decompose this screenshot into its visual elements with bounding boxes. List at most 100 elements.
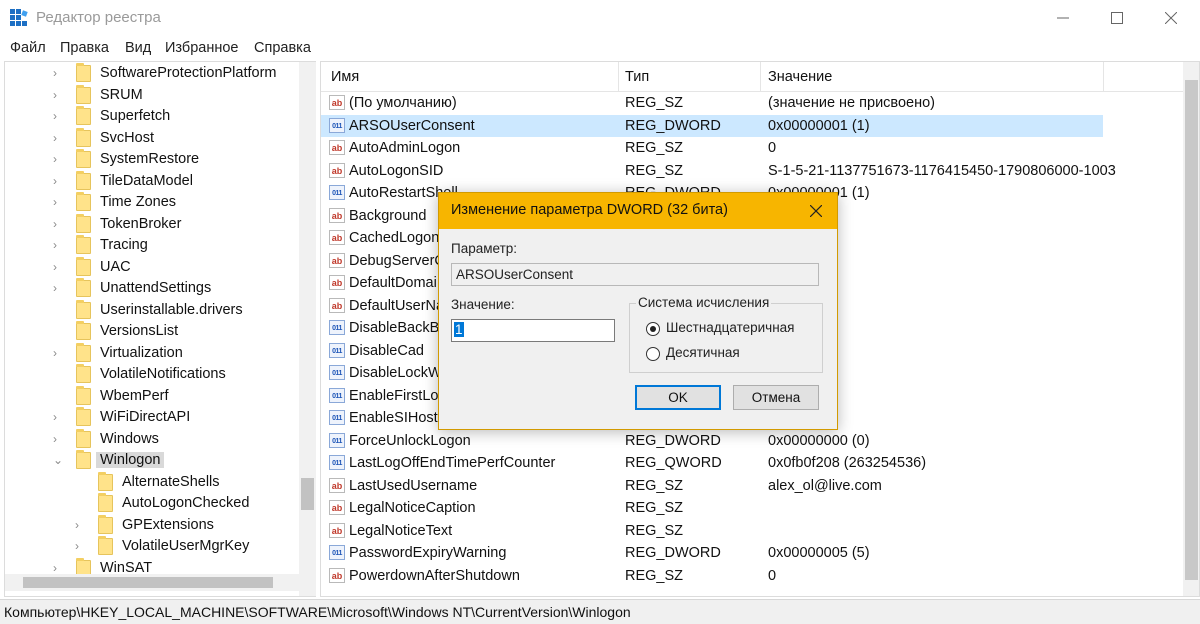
- value-row[interactable]: 011 ARSOUserConsent REG_DWORD 0x00000001 (1…: [321, 114, 1103, 137]
- menu-bar: Файл Правка Вид Избранное Справка: [0, 37, 1200, 59]
- chevron-right-icon[interactable]: ›: [75, 539, 85, 553]
- tree-item[interactable]: Userinstallable.drivers: [5, 299, 295, 322]
- chevron-right-icon[interactable]: ›: [53, 217, 63, 231]
- maximize-button[interactable]: [1094, 0, 1140, 36]
- value-name: AutoAdminLogon: [349, 140, 461, 156]
- folder-icon: [76, 321, 91, 340]
- tree-item[interactable]: › Windows: [5, 428, 295, 451]
- string-value-icon: ab: [329, 297, 345, 313]
- param-label: Параметр:: [451, 241, 518, 256]
- tree-item[interactable]: VersionsList: [5, 321, 295, 343]
- tree-item[interactable]: › SRUM: [5, 84, 295, 107]
- binary-value-icon: 011: [329, 432, 345, 448]
- value-row[interactable]: 011 ForceUnlockLogon REG_DWORD 0x00000000 (…: [321, 430, 1183, 453]
- tree-item[interactable]: › VolatileUserMgrKey: [5, 536, 295, 558]
- tree-item[interactable]: › SoftwareProtectionPlatform: [5, 63, 295, 85]
- binary-value-icon: 011: [329, 185, 345, 200]
- tree-item[interactable]: › Virtualization: [5, 342, 295, 365]
- value-data: 0x00000001 (1): [768, 117, 870, 134]
- column-divider[interactable]: [618, 62, 619, 92]
- tree-item[interactable]: › Time Zones: [5, 192, 295, 214]
- tree-item[interactable]: WbemPerf: [5, 385, 295, 408]
- value-row[interactable]: 011 PasswordExpiryWarning REG_DWORD 0x00000…: [321, 542, 1183, 565]
- string-value-icon: ab: [329, 252, 345, 268]
- tree-item[interactable]: › SystemRestore: [5, 149, 295, 171]
- decimal-radio-label[interactable]: Десятичная: [666, 345, 740, 360]
- chevron-right-icon[interactable]: ›: [53, 281, 63, 295]
- value-row[interactable]: ab (По умолчанию) REG_SZ (значение не присв…: [321, 92, 1183, 115]
- tree-item[interactable]: › TileDataModel: [5, 170, 295, 193]
- string-value-icon: ab: [329, 522, 345, 538]
- tree-vertical-scroll-thumb[interactable]: [301, 478, 314, 510]
- tree-horizontal-scroll-thumb[interactable]: [23, 577, 273, 588]
- value-type: REG_QWORD: [625, 455, 722, 471]
- chevron-right-icon[interactable]: ›: [53, 131, 63, 145]
- tree-item[interactable]: › SvcHost: [5, 127, 295, 150]
- tree-item[interactable]: › UAC: [5, 256, 295, 279]
- chevron-right-icon[interactable]: ›: [53, 109, 63, 123]
- value-data-input[interactable]: 1: [451, 319, 615, 342]
- value-data: 0: [768, 140, 777, 156]
- close-button[interactable]: [1148, 0, 1194, 36]
- decimal-radio[interactable]: [646, 347, 660, 361]
- menu-edit[interactable]: Правка: [60, 40, 109, 56]
- chevron-right-icon[interactable]: ›: [53, 238, 63, 252]
- folder-icon: [76, 364, 91, 383]
- menu-view[interactable]: Вид: [125, 40, 151, 56]
- chevron-right-icon[interactable]: ›: [53, 66, 63, 80]
- menu-favorites[interactable]: Избранное: [165, 40, 238, 56]
- list-header: Имя Тип Значение: [321, 62, 1183, 92]
- ok-button[interactable]: OK: [635, 385, 721, 410]
- tree-item[interactable]: VolatileNotifications: [5, 364, 295, 386]
- tree-item[interactable]: ⌄ Winlogon: [5, 450, 295, 472]
- chevron-right-icon[interactable]: ›: [53, 174, 63, 188]
- chevron-right-icon[interactable]: ›: [75, 518, 85, 532]
- tree-item[interactable]: › WiFiDirectAPI: [5, 407, 295, 429]
- tree-item[interactable]: › Superfetch: [5, 106, 295, 128]
- tree-item-label: SRUM: [100, 86, 143, 103]
- chevron-right-icon[interactable]: ›: [53, 195, 63, 209]
- base-group-label: Система исчисления: [636, 295, 772, 310]
- column-name-header[interactable]: Имя: [331, 69, 359, 85]
- tree-horizontal-scrollbar[interactable]: [5, 574, 299, 591]
- chevron-right-icon[interactable]: ›: [53, 152, 63, 166]
- tree-item[interactable]: › GPExtensions: [5, 514, 295, 537]
- menu-help[interactable]: Справка: [254, 40, 311, 56]
- value-type: REG_SZ: [625, 95, 684, 111]
- tree-vertical-scrollbar[interactable]: [299, 62, 316, 596]
- value-row[interactable]: ab LastUsedUsername REG_SZ alex_ol@live.com: [321, 475, 1183, 498]
- registry-tree[interactable]: › SoftwareProtectionPlatform › SRUM › Superfe…: [4, 61, 316, 597]
- column-type-header[interactable]: Тип: [625, 69, 649, 85]
- tree-item[interactable]: › UnattendSettings: [5, 278, 295, 300]
- value-row[interactable]: ab AutoAdminLogon REG_SZ 0: [321, 137, 1183, 160]
- list-vertical-scrollbar[interactable]: [1183, 62, 1199, 596]
- value-row[interactable]: ab AutoLogonSID REG_SZ S-1-5-21-1137751673-…: [321, 160, 1183, 183]
- chevron-right-icon[interactable]: ›: [53, 346, 63, 360]
- tree-item[interactable]: › Tracing: [5, 235, 295, 257]
- minimize-button[interactable]: [1040, 0, 1086, 36]
- chevron-down-icon[interactable]: ⌄: [53, 453, 63, 467]
- tree-item[interactable]: AutoLogonChecked: [5, 493, 295, 515]
- value-row[interactable]: ab PowerdownAfterShutdown REG_SZ 0: [321, 565, 1183, 588]
- chevron-right-icon[interactable]: ›: [53, 260, 63, 274]
- list-vertical-scroll-thumb[interactable]: [1185, 80, 1198, 580]
- value-row[interactable]: ab LegalNoticeCaption REG_SZ: [321, 497, 1183, 520]
- column-value-header[interactable]: Значение: [768, 69, 832, 85]
- value-row[interactable]: 011 LastLogOffEndTimePerfCounter REG_QWORD…: [321, 452, 1183, 475]
- chevron-right-icon[interactable]: ›: [53, 432, 63, 446]
- tree-item-label: AutoLogonChecked: [122, 495, 250, 511]
- menu-file[interactable]: Файл: [10, 40, 46, 56]
- tree-item[interactable]: › TokenBroker: [5, 213, 295, 236]
- chevron-right-icon[interactable]: ›: [53, 88, 63, 102]
- dialog-close-button[interactable]: [801, 196, 831, 226]
- hex-radio-label[interactable]: Шестнадцатеричная: [666, 320, 795, 335]
- value-row[interactable]: ab LegalNoticeText REG_SZ: [321, 520, 1183, 543]
- tree-item[interactable]: AlternateShells: [5, 471, 295, 494]
- chevron-right-icon[interactable]: ›: [53, 561, 63, 575]
- chevron-right-icon[interactable]: ›: [53, 410, 63, 424]
- column-divider[interactable]: [1103, 62, 1104, 92]
- hex-radio[interactable]: [646, 322, 660, 336]
- column-divider[interactable]: [760, 62, 761, 92]
- value-name: PasswordExpiryWarning: [349, 545, 507, 561]
- cancel-button[interactable]: Отмена: [733, 385, 819, 410]
